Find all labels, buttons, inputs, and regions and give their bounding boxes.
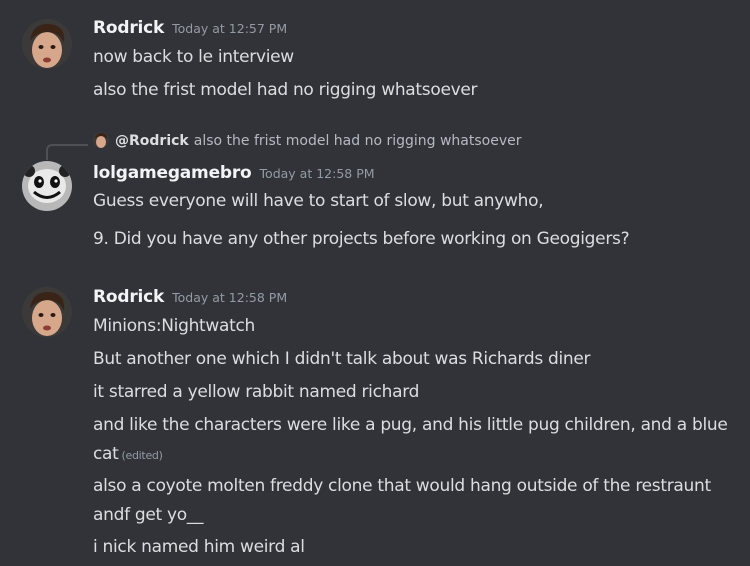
message-text: it starred a yellow rabbit named richard	[93, 382, 420, 402]
avatar[interactable]	[22, 19, 72, 69]
message-timestamp: Today at 12:58 PM	[259, 166, 375, 181]
author-name[interactable]: Rodrick	[93, 287, 164, 307]
reply-avatar	[93, 132, 109, 148]
message-author[interactable]: lolgamegamebro Today at 12:58 PM	[93, 163, 375, 183]
message-timestamp: Today at 12:58 PM	[172, 290, 288, 305]
avatar[interactable]	[22, 161, 72, 211]
message-text-edited: and like the characters were like a pug,…	[93, 411, 733, 470]
message-author[interactable]: Rodrick Today at 12:57 PM	[93, 18, 287, 38]
message-text: 9. Did you have any other projects befor…	[93, 229, 630, 249]
message-text: But another one which I didn't talk abou…	[93, 349, 591, 369]
message-text: and like the characters were like a pug,…	[93, 415, 728, 464]
reply-mention[interactable]: @Rodrick	[115, 133, 189, 149]
message-text: i nick named him weird al	[93, 537, 305, 557]
reply-reference[interactable]: @Rodrick also the frist model had no rigg…	[93, 132, 522, 154]
edited-label: (edited)	[121, 449, 163, 462]
message-text: Minions:Nightwatch	[93, 316, 256, 336]
avatar[interactable]	[22, 287, 72, 337]
message-text: also a coyote molten freddy clone that w…	[93, 476, 711, 525]
message-author[interactable]: Rodrick Today at 12:58 PM	[93, 287, 287, 307]
message-text: now back to le interview	[93, 47, 294, 67]
reply-spine	[46, 144, 88, 160]
author-name[interactable]: lolgamegamebro	[93, 163, 252, 183]
author-name[interactable]: Rodrick	[93, 18, 164, 38]
message-text: also the frist model had no rigging what…	[93, 80, 478, 100]
message-timestamp: Today at 12:57 PM	[172, 21, 288, 36]
reply-preview-text[interactable]: also the frist model had no rigging what…	[194, 133, 522, 149]
message-text: Guess everyone will have to start of slo…	[93, 191, 544, 211]
